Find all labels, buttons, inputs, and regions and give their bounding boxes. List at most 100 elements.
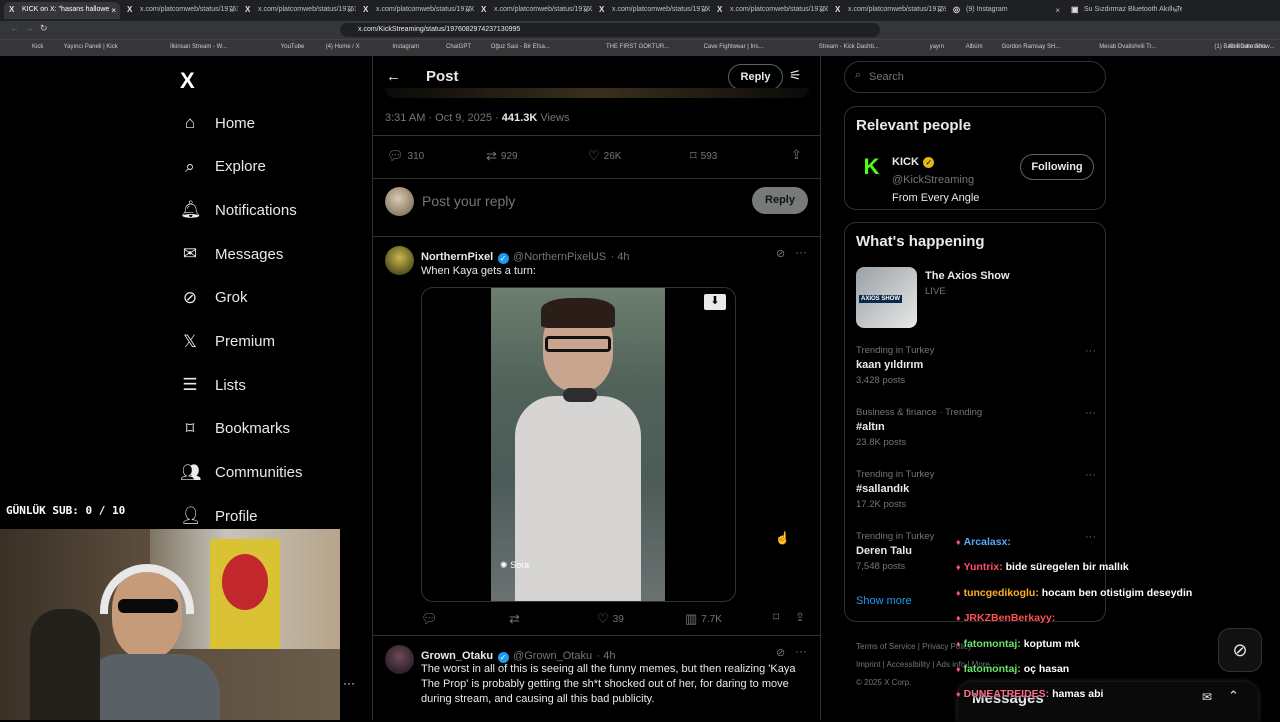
bookmark-item[interactable]: Albüm bbox=[966, 44, 983, 50]
search-box[interactable]: ⌕ Search bbox=[844, 61, 1106, 93]
tweet-author-name[interactable]: NorthernPixel bbox=[421, 251, 493, 263]
bookmark-item[interactable]: THE FIRST GOKTUR... bbox=[606, 44, 669, 50]
new-message-icon[interactable]: ✉ bbox=[1202, 690, 1212, 704]
trend-item[interactable]: Business & finance · Trending #altın 23.8K… bbox=[856, 407, 1096, 448]
close-icon[interactable]: × bbox=[1173, 6, 1178, 15]
url-field[interactable]: x.com/KickStreaming/status/1976082974237… bbox=[340, 23, 880, 37]
more-icon[interactable]: ··· bbox=[1085, 345, 1096, 357]
tweet[interactable]: Grown_Otaku ✓ @Grown_Otaku · 4h ⊘ ··· Th… bbox=[373, 636, 820, 720]
sidebar-item-notifications[interactable]: 🔔︎ Notifications bbox=[180, 190, 297, 230]
back-icon[interactable]: ← bbox=[10, 23, 19, 33]
forward-icon[interactable]: → bbox=[25, 23, 34, 33]
grok-fab[interactable]: ⊘ bbox=[1218, 628, 1262, 672]
browser-tab[interactable]: Xx.com/platcomweb/status/19760 × bbox=[476, 2, 592, 19]
tweet-reply-action[interactable]: 💬︎ bbox=[421, 611, 438, 627]
following-button[interactable]: Following bbox=[1020, 154, 1094, 180]
more-icon[interactable]: ··· bbox=[1085, 469, 1096, 481]
grok-icon[interactable]: ⊘ bbox=[776, 247, 785, 260]
footer-imprint[interactable]: Imprint bbox=[856, 660, 880, 669]
bookmark-item[interactable]: All Bookmarks bbox=[1228, 44, 1266, 50]
browser-tab[interactable]: Xx.com/platcomweb/status/19760 × bbox=[594, 2, 710, 19]
close-icon[interactable]: × bbox=[229, 6, 234, 15]
grok-icon[interactable]: ⊘ bbox=[776, 646, 785, 659]
browser-tab[interactable]: ▣ Su Sızdırmaz Bluetooth Akıllı Telefon× bbox=[1066, 2, 1182, 19]
more-icon[interactable]: ··· bbox=[1085, 407, 1096, 419]
tweet[interactable]: NorthernPixel ✓ @NorthernPixelUS · 4h ⊘ … bbox=[373, 237, 820, 635]
reply-submit-button[interactable]: Reply bbox=[752, 187, 808, 214]
browser-tab[interactable]: Xx.com/platcomweb/status/19760 × bbox=[358, 2, 474, 19]
person-name[interactable]: KICK bbox=[892, 156, 919, 168]
show-info[interactable]: The Axios Show LIVE bbox=[925, 270, 1010, 297]
tweet-media[interactable]: ⬇ ✺ Sora bbox=[421, 287, 736, 602]
share-icon[interactable]: ⇪ bbox=[795, 610, 805, 624]
bookmark-item[interactable]: YouTube bbox=[281, 44, 305, 50]
bookmark-item[interactable]: (4) Home / X bbox=[326, 44, 360, 50]
kick-avatar[interactable]: K bbox=[857, 152, 886, 181]
close-icon[interactable]: × bbox=[819, 6, 824, 15]
more-icon[interactable]: ··· bbox=[795, 644, 807, 658]
bookmark-item[interactable]: Gordon Ramsay SH... bbox=[1002, 44, 1061, 50]
filter-icon[interactable]: ⚟ bbox=[789, 67, 802, 84]
show-thumbnail[interactable]: AXIOS SHOW bbox=[856, 267, 917, 328]
sidebar-item-messages[interactable]: ✉ Messages bbox=[180, 234, 284, 274]
post-likes[interactable]: ♡ 26K bbox=[588, 148, 621, 164]
post-replies[interactable]: 💬︎ 310 bbox=[387, 148, 424, 164]
download-icon[interactable]: ⬇ bbox=[704, 294, 726, 310]
more-icon[interactable]: ··· bbox=[1085, 531, 1096, 543]
bookmark-item[interactable]: Merab Dvalishvili Tr... bbox=[1099, 44, 1156, 50]
trend-item[interactable]: Trending in Turkey #sallandık 17.2K posts ·… bbox=[856, 469, 1096, 510]
close-icon[interactable]: × bbox=[465, 6, 470, 15]
show-more-link[interactable]: Show more bbox=[856, 595, 912, 607]
more-icon[interactable]: ··· bbox=[343, 676, 355, 690]
sidebar-item-grok[interactable]: ⊘ Grok bbox=[180, 278, 248, 318]
bookmark-item[interactable]: Stream - Kick Dashb... bbox=[819, 44, 879, 50]
browser-tab[interactable]: Xx.com/platcomweb/status/19759 × bbox=[830, 2, 946, 19]
sidebar-item-lists[interactable]: ☰ Lists bbox=[180, 365, 245, 405]
tweet-author-name[interactable]: Grown_Otaku bbox=[421, 650, 493, 662]
close-icon[interactable]: × bbox=[1055, 6, 1060, 15]
share-icon[interactable]: ⇪ bbox=[791, 147, 802, 163]
trend-item[interactable]: Trending in Turkey kaan yıldırım 3,428 pos… bbox=[856, 345, 1096, 386]
bookmark-item[interactable]: yayın bbox=[930, 44, 944, 50]
bookmark-item[interactable]: ChatGPT bbox=[446, 44, 471, 50]
browser-tab[interactable]: ◎ (9) Instagram × bbox=[948, 2, 1064, 19]
reply-input[interactable]: Post your reply bbox=[422, 193, 515, 209]
bookmark-item[interactable]: Cave Fightwear | Ins... bbox=[704, 44, 764, 50]
expand-icon[interactable]: ⌃ bbox=[1228, 688, 1239, 704]
more-icon[interactable]: ··· bbox=[795, 245, 807, 259]
footer-terms[interactable]: Terms of Service bbox=[856, 642, 916, 651]
browser-tab[interactable]: Xx.com/platcomweb/status/19760 × bbox=[712, 2, 828, 19]
close-icon[interactable]: × bbox=[701, 6, 706, 15]
sidebar-item-premium[interactable]: 𝕏 Premium bbox=[180, 322, 275, 362]
bookmark-item[interactable]: Yayıncı Paneli | Kick bbox=[64, 44, 118, 50]
footer-accessibility[interactable]: Accessibility bbox=[887, 660, 931, 669]
sidebar-item-bookmarks[interactable]: ⌑ Bookmarks bbox=[180, 409, 290, 449]
close-icon[interactable]: × bbox=[111, 6, 116, 15]
bookmark-icon[interactable]: ⌑ bbox=[773, 610, 779, 624]
close-icon[interactable]: × bbox=[347, 6, 352, 15]
reply-button[interactable]: Reply bbox=[728, 64, 783, 90]
sidebar-item-explore[interactable]: ⌕ Explore bbox=[180, 147, 266, 187]
person-handle[interactable]: @KickStreaming bbox=[892, 174, 974, 186]
browser-tab[interactable]: X KICK on X: "hasans hallowe × bbox=[4, 2, 120, 19]
sidebar-item-home[interactable]: ⌂ Home bbox=[180, 103, 255, 143]
bookmark-item[interactable]: İlkinsan Stream - W... bbox=[170, 44, 227, 50]
x-logo[interactable]: X bbox=[180, 68, 195, 94]
post-reposts[interactable]: ⇄ 929 bbox=[486, 148, 518, 164]
bookmark-item[interactable]: Kick bbox=[32, 44, 43, 50]
close-icon[interactable]: × bbox=[937, 6, 942, 15]
tweet-like-action[interactable]: ♡ 39 bbox=[597, 611, 624, 627]
sidebar-item-communities[interactable]: 👥︎ Communities bbox=[180, 453, 303, 493]
browser-tab[interactable]: Xx.com/platcomweb/status/19761 × bbox=[122, 2, 238, 19]
back-arrow-icon[interactable]: ← bbox=[386, 68, 401, 85]
tweet-author-handle[interactable]: @Grown_Otaku bbox=[513, 650, 592, 662]
tweet-views-action[interactable]: ▥ 7.7K bbox=[685, 611, 722, 627]
tweet-author-handle[interactable]: @NorthernPixelUS bbox=[513, 251, 606, 263]
bookmark-item[interactable]: Oğuz Sasi - Bir Efsa... bbox=[491, 44, 550, 50]
bookmark-item[interactable]: Instagram bbox=[392, 44, 419, 50]
close-icon[interactable]: × bbox=[583, 6, 588, 15]
post-bookmarks[interactable]: ⌑ 593 bbox=[690, 148, 717, 164]
browser-tab[interactable]: Xx.com/platcomweb/status/19761 × bbox=[240, 2, 356, 19]
reload-icon[interactable]: ↻ bbox=[40, 23, 48, 34]
tweet-repost-action[interactable]: ⇄ bbox=[509, 611, 520, 627]
